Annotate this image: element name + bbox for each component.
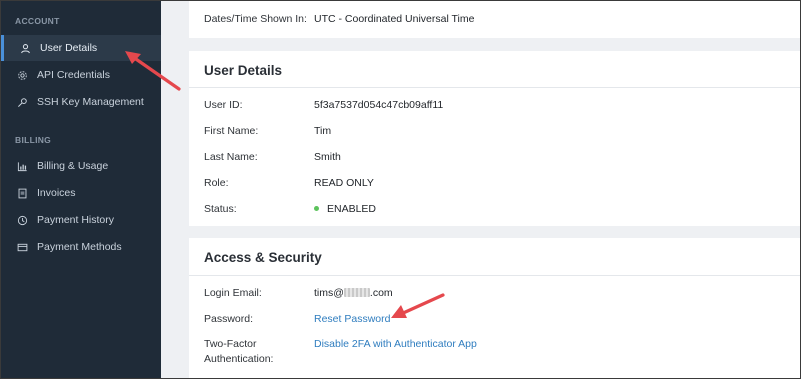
status-text: ENABLED <box>327 203 377 215</box>
divider <box>189 275 800 276</box>
role-label: Role: <box>204 177 229 189</box>
two-factor-label-line1: Two-Factor <box>204 338 257 350</box>
window: ACCOUNT User Details API Credentials SSH… <box>0 0 801 379</box>
settings-card: Dates/Time Shown In: UTC - Coordinated U… <box>189 1 800 38</box>
user-icon <box>19 42 31 54</box>
timezone-value: UTC - Coordinated Universal Time <box>314 13 475 25</box>
access-security-card: Access & Security Login Email: tims@ .com… <box>189 238 800 378</box>
last-name-value: Smith <box>314 151 341 163</box>
key-icon <box>16 96 28 108</box>
main-content: Dates/Time Shown In: UTC - Coordinated U… <box>161 1 800 378</box>
sidebar-item-label: Payment Methods <box>37 241 122 253</box>
status-value: ENABLED <box>314 203 376 215</box>
status-label: Status: <box>204 203 237 215</box>
section-title-access-security: Access & Security <box>204 250 322 265</box>
divider <box>189 87 800 88</box>
redaction-blur <box>343 287 370 297</box>
sidebar-item-billing-usage[interactable]: Billing & Usage <box>1 153 161 179</box>
section-title-user-details: User Details <box>204 63 283 78</box>
sidebar-item-label: Billing & Usage <box>37 160 109 172</box>
credit-card-icon <box>16 241 28 253</box>
login-email-label: Login Email: <box>204 287 262 299</box>
sidebar-item-payment-history[interactable]: Payment History <box>1 207 161 233</box>
sidebar-item-label: Invoices <box>37 187 76 199</box>
last-name-label: Last Name: <box>204 151 258 163</box>
annotation-arrow-reset-password <box>391 293 445 318</box>
two-factor-label-line2: Authentication: <box>204 353 274 365</box>
sidebar-item-invoices[interactable]: Invoices <box>1 180 161 206</box>
section-label-billing: BILLING <box>15 135 52 145</box>
document-icon <box>16 187 28 199</box>
password-label: Password: <box>204 313 254 325</box>
user-id-label: User ID: <box>204 99 243 111</box>
first-name-value: Tim <box>314 125 332 137</box>
sidebar-item-label: User Details <box>40 42 98 54</box>
sidebar-item-label: SSH Key Management <box>37 96 144 108</box>
timezone-label: Dates/Time Shown In: <box>204 13 307 25</box>
user-details-card: User Details User ID: 5f3a7537d054c47cb0… <box>189 51 800 226</box>
first-name-label: First Name: <box>204 125 259 137</box>
user-id-value: 5f3a7537d054c47cb09aff11 <box>314 99 444 111</box>
sidebar-item-label: API Credentials <box>37 69 110 81</box>
annotation-arrow-user-details <box>125 51 181 91</box>
sidebar-item-label: Payment History <box>37 214 115 226</box>
bar-chart-icon <box>16 160 28 172</box>
reset-password-link[interactable]: Reset Password <box>314 313 390 325</box>
sidebar-item-payment-methods[interactable]: Payment Methods <box>1 234 161 260</box>
login-email-prefix: tims@ <box>314 287 344 299</box>
login-email-value: tims@ .com <box>314 287 393 299</box>
role-value: READ ONLY <box>314 177 374 189</box>
disable-2fa-link[interactable]: Disable 2FA with Authenticator App <box>314 338 477 350</box>
gear-icon <box>16 69 28 81</box>
status-indicator-dot <box>314 205 319 211</box>
section-label-account: ACCOUNT <box>15 16 60 26</box>
history-icon <box>16 214 28 226</box>
